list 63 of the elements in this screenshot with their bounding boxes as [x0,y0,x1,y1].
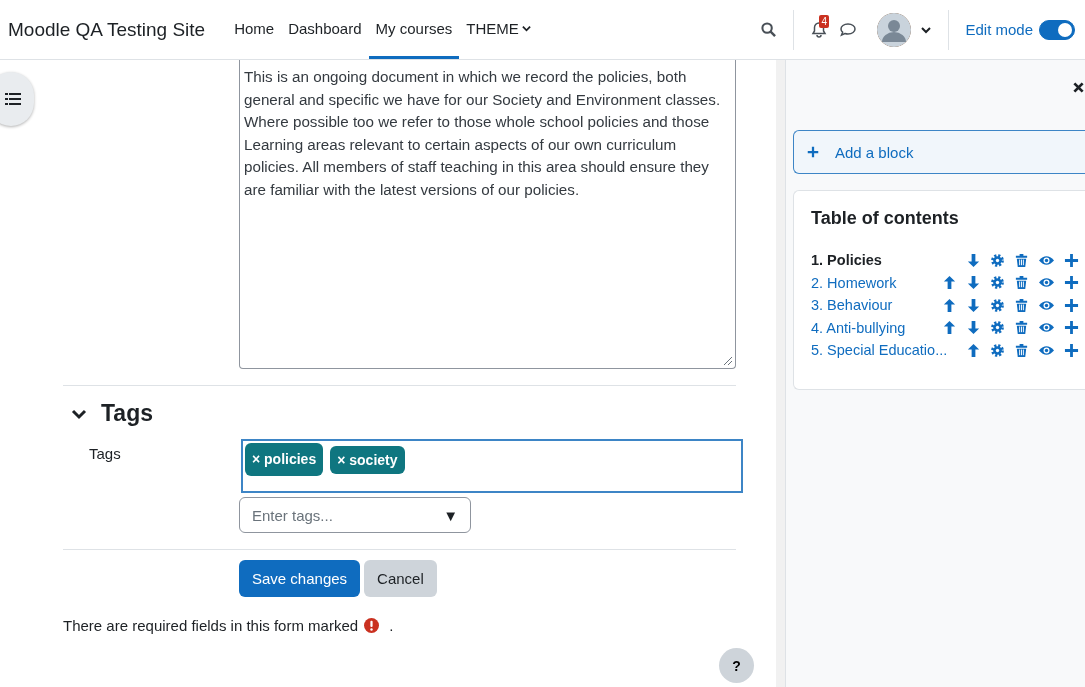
exclamation-icon [364,618,380,633]
trash-icon[interactable] [1014,297,1029,313]
tag-chip[interactable]: × policies [245,443,324,476]
site-name[interactable]: Moodle QA Testing Site [8,18,206,41]
notification-badge: 4 [819,15,829,28]
help-button[interactable]: ? [719,648,754,683]
gear-icon[interactable] [990,297,1005,313]
gear-icon[interactable] [990,342,1005,358]
field-label: Tags [89,445,121,462]
nav-link[interactable]: My courses [368,0,460,59]
search-icon[interactable] [761,22,777,37]
save-button[interactable]: Save changes [239,560,361,597]
list-icon [5,92,21,106]
chat-bubble-icon[interactable] [839,21,858,38]
editor-text: This is an ongoing document in which we record the policies, both general and specific we have for our Society and Environment classes. Where possible too we refer to those whole school policies and those Learning areas relevant to certain aspects of our own curriculum policies. All members of staff teaching in this area should ensure they are familiar with the latest versions of our policies. [244,68,721,198]
plus-icon [807,146,819,158]
plus-icon[interactable] [1064,320,1079,336]
arrow-up-icon[interactable] [942,275,957,291]
nav-link[interactable]: Dashboard [281,0,369,59]
gear-icon[interactable] [990,252,1005,268]
nav-link[interactable]: THEME [459,0,538,59]
trash-icon[interactable] [1014,275,1029,291]
trash-icon[interactable] [1014,252,1029,268]
toc-link[interactable]: 3. Behaviour [811,297,933,314]
arrow-down-icon[interactable] [966,275,981,291]
plus-icon[interactable] [1064,252,1079,268]
gear-icon[interactable] [990,320,1005,336]
note-period: . [389,617,394,634]
drawer-toggle-button[interactable] [0,72,34,126]
resize-grip-icon[interactable] [723,356,733,366]
trash-icon[interactable] [1014,320,1029,336]
close-icon[interactable] [1073,82,1084,93]
caret-icon [521,23,531,33]
edit-mode-label[interactable]: Edit mode [965,21,1033,38]
placeholder-text: Enter tags... [252,506,333,524]
gear-icon[interactable] [990,275,1005,291]
arrow-down-icon[interactable] [966,252,981,268]
arrow-down-icon[interactable] [966,320,981,336]
toc-link[interactable]: 4. Anti-bullying [811,319,933,336]
trash-icon[interactable] [1014,342,1029,358]
section-heading: Tags [101,400,153,427]
dropdown-arrow-icon[interactable]: ▼ [443,506,458,524]
text-area[interactable] [239,60,736,369]
tag-chip[interactable]: × society [330,446,405,474]
arrow-up-icon[interactable] [942,320,957,336]
add-block-button[interactable]: Add a block [793,130,1085,174]
block-title: Table of contents [811,208,960,229]
arrow-up-icon[interactable] [966,342,981,358]
cancel-button[interactable]: Cancel [364,560,437,597]
arrow-up-icon[interactable] [942,297,957,313]
plus-icon[interactable] [1064,297,1079,313]
plus-icon[interactable] [1064,342,1079,358]
toc-link[interactable]: 5. Special Educatio... [811,342,948,359]
toc-link[interactable]: 1. Policies [811,252,933,269]
caret-icon[interactable] [921,24,932,35]
edit-mode-toggle[interactable] [1039,19,1075,40]
plus-icon[interactable] [1064,275,1079,291]
avatar-icon[interactable] [877,12,912,47]
toc-link[interactable]: 2. Homework [811,274,933,291]
arrow-down-icon[interactable] [966,297,981,313]
required-note: There are required fields in this form marked [63,617,359,634]
nav-link[interactable]: Home [227,0,282,59]
tags-input-field[interactable]: Enter tags... ▼ [239,497,471,533]
